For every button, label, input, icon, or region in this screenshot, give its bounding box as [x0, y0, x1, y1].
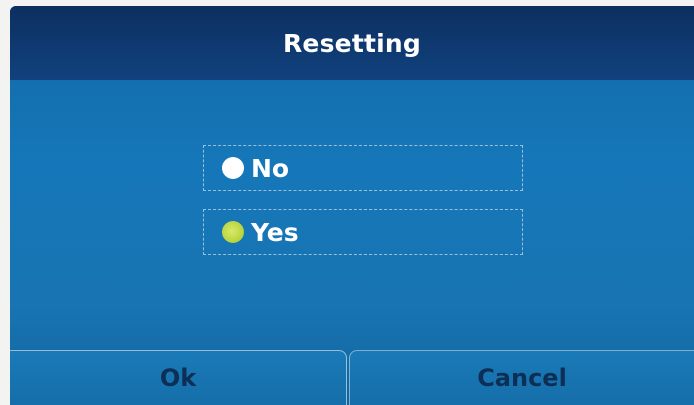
phone-screen: Resetting No Yes Ok Cancel: [10, 6, 694, 405]
option-no-label: No: [251, 153, 290, 183]
radio-unselected-icon[interactable]: [222, 157, 244, 179]
option-yes[interactable]: Yes: [203, 209, 523, 255]
option-no[interactable]: No: [203, 145, 523, 191]
radio-selected-icon[interactable]: [222, 221, 244, 243]
softkey-bar: Ok Cancel: [10, 350, 694, 405]
dialog-title: Resetting: [282, 28, 421, 58]
ok-button[interactable]: Ok: [10, 350, 347, 405]
title-bar: Resetting: [10, 6, 694, 80]
option-yes-label: Yes: [251, 217, 299, 247]
reset-options-group: No Yes: [203, 145, 523, 273]
cancel-button[interactable]: Cancel: [349, 350, 694, 405]
